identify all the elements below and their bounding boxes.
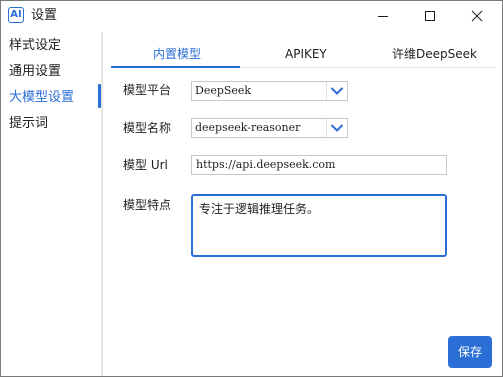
close-button[interactable] — [457, 1, 497, 31]
sidebar-item-general[interactable]: 通用设置 — [9, 63, 61, 81]
sidebar-divider — [101, 32, 103, 376]
save-button[interactable]: 保存 — [448, 336, 492, 368]
maximize-button[interactable] — [410, 1, 450, 31]
ai-logo-icon: AI — [8, 7, 24, 23]
model-url-input[interactable]: https://api.deepseek.com — [191, 155, 447, 175]
model-feature-textarea[interactable]: 专注于逻辑推理任务。 — [191, 194, 447, 257]
tab-xuwei-deepseek[interactable]: 许维DeepSeek — [392, 45, 477, 63]
minimize-icon — [378, 16, 388, 17]
close-icon — [471, 10, 483, 22]
minimize-button[interactable] — [363, 1, 403, 31]
tab-apikey[interactable]: APIKEY — [285, 45, 327, 63]
model-name-select[interactable]: deepseek-reasoner — [191, 118, 348, 138]
window-title: 设置 — [31, 8, 58, 23]
model-name-dropdown-button[interactable] — [326, 119, 347, 137]
model-name-label: 模型名称 — [123, 121, 172, 135]
chevron-down-icon — [330, 87, 344, 95]
platform-label: 模型平台 — [123, 83, 172, 97]
sidebar-item-llm[interactable]: 大模型设置 — [9, 89, 74, 107]
settings-sidebar: 样式设定 通用设置 大模型设置 提示词 — [1, 32, 101, 376]
model-url-label: 模型 Url — [123, 158, 168, 172]
chevron-down-icon — [330, 124, 344, 132]
tab-builtin-models[interactable]: 内置模型 — [153, 45, 201, 63]
maximize-icon — [425, 11, 435, 21]
model-name-select-value: deepseek-reasoner — [195, 121, 301, 134]
sidebar-item-style[interactable]: 样式设定 — [9, 37, 61, 55]
active-tab-underline — [111, 66, 240, 68]
sidebar-item-prompts[interactable]: 提示词 — [9, 115, 48, 133]
title-bar: AI 设置 — [1, 1, 502, 31]
platform-select[interactable]: DeepSeek — [191, 81, 348, 101]
platform-dropdown-button[interactable] — [326, 82, 347, 100]
model-feature-label: 模型特点 — [123, 198, 172, 212]
platform-select-value: DeepSeek — [195, 84, 252, 97]
settings-window: AI 设置 样式设定 通用设置 大模型设置 提示词 内置模型 APIKEY 许维… — [0, 0, 503, 377]
